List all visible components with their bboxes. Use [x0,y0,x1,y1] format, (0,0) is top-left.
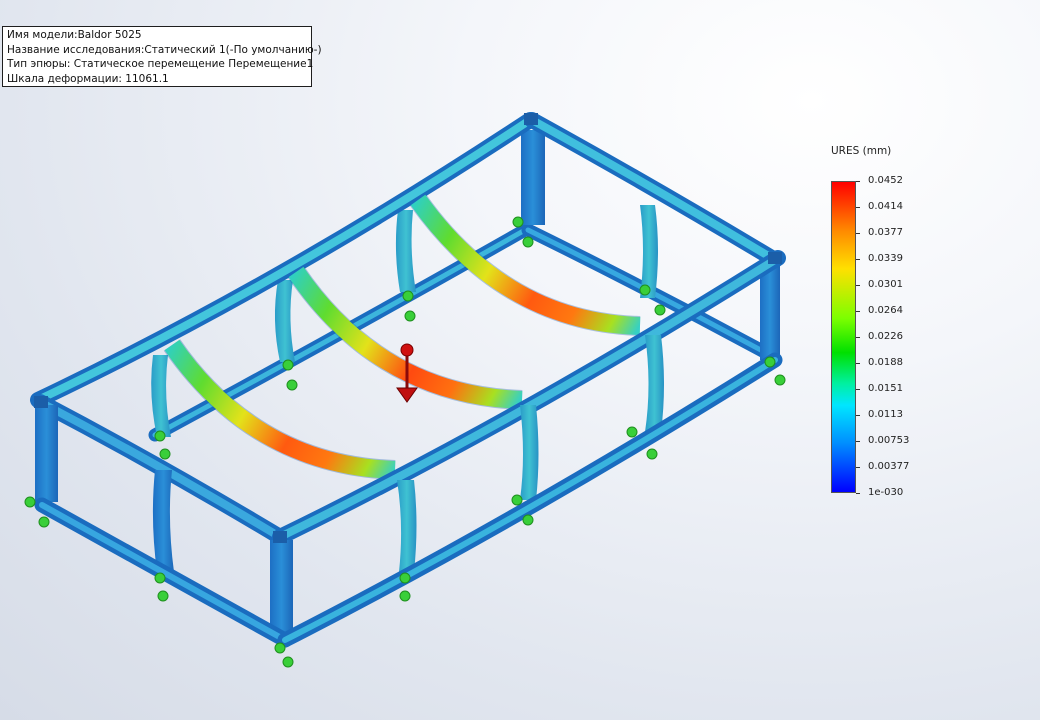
legend-tick [856,389,860,390]
plot-type-text: Тип эпюры: Статическое перемещение Перем… [7,58,314,70]
legend-tick-label: 0.00377 [868,461,910,472]
legend-tick [856,441,860,442]
color-legend[interactable]: URES (mm) 0.0452 0.0414 0.0377 0.0339 0.0301… [828,145,928,505]
legend-title: URES (mm) [831,145,892,157]
legend-tick [856,259,860,260]
legend-tick-label: 0.0377 [868,227,903,238]
legend-tick-label: 0.0113 [868,409,903,420]
legend-tick [856,415,860,416]
legend-tick [856,337,860,338]
deformation-scale-text: Шкала деформации: 11061.1 [7,72,169,85]
legend-color-bar [831,181,856,493]
legend-tick [856,493,860,494]
legend-tick-label: 0.0188 [868,357,903,368]
legend-tick [856,181,860,182]
model-name-text: Имя модели:Baldor 5025 [7,29,142,41]
legend-tick [856,233,860,234]
legend-tick-label: 0.00753 [868,435,910,446]
legend-tick-label: 0.0452 [868,175,903,186]
legend-tick [856,207,860,208]
legend-tick [856,467,860,468]
study-name-text: Название исследования:Статический 1(-По … [7,43,322,56]
legend-tick [856,285,860,286]
legend-tick-label: 0.0151 [868,383,903,394]
legend-tick-label: 0.0264 [868,305,903,316]
legend-tick [856,363,860,364]
legend-tick [856,311,860,312]
legend-tick-label: 1e-030 [868,487,904,498]
study-info-box: Имя модели:Baldor 5025 Название исследов… [2,26,322,87]
legend-tick-label: 0.0301 [868,279,903,290]
legend-tick-label: 0.0414 [868,201,903,212]
legend-tick-label: 0.0226 [868,331,903,342]
legend-tick-label: 0.0339 [868,253,903,264]
